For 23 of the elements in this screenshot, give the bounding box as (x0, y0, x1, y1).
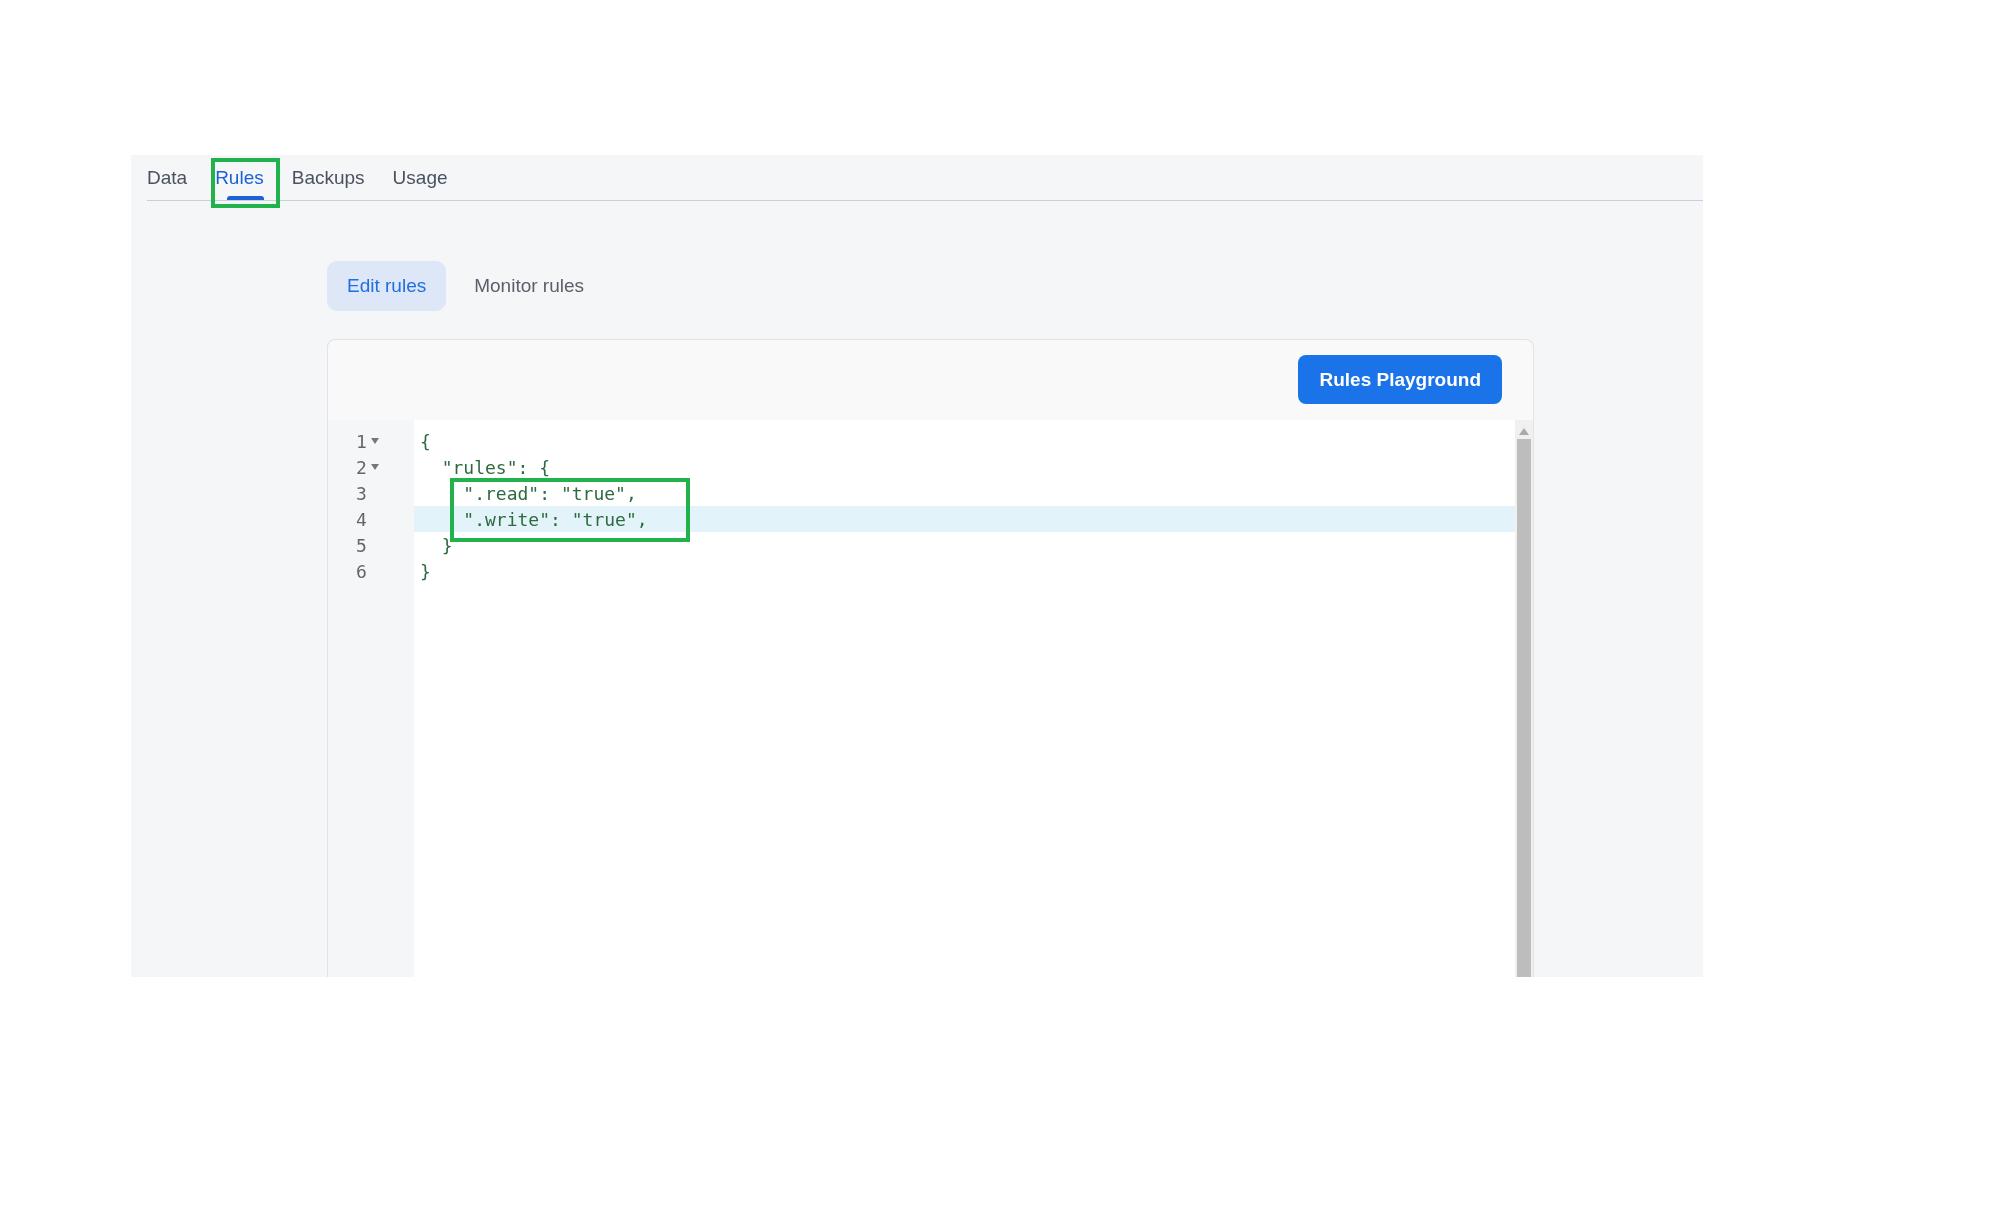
line-number: 3 (356, 482, 367, 504)
code-line: "rules": { (440, 456, 551, 478)
tab[interactable]: Rules (215, 155, 276, 200)
line-number: 2 (356, 456, 367, 478)
subtab[interactable]: Edit rules (327, 261, 447, 311)
fold-arrow-icon[interactable] (370, 438, 379, 444)
fold-arrow-icon[interactable] (370, 464, 379, 470)
code-line: { (420, 430, 431, 452)
code-line: ".write": "true", (462, 508, 648, 530)
tab[interactable]: Usage (392, 155, 460, 200)
code-line: } (420, 560, 431, 582)
line-number: 5 (356, 534, 367, 556)
scrollbar[interactable] (1515, 420, 1533, 977)
line-number: 1 (356, 430, 367, 452)
tab[interactable]: Data (147, 155, 200, 200)
tab[interactable]: Backups (291, 155, 377, 200)
line-number: 6 (356, 560, 367, 582)
code-line: } (440, 534, 453, 556)
code-line: ".read": "true", (462, 482, 637, 504)
rules-playground-button[interactable]: Rules Playground (1298, 355, 1502, 404)
line-number: 4 (356, 508, 367, 530)
code-area[interactable]: { "rules": { ".read": "true", ".write": "true", } } (414, 420, 1515, 977)
subtab[interactable]: Monitor rules (454, 261, 605, 311)
